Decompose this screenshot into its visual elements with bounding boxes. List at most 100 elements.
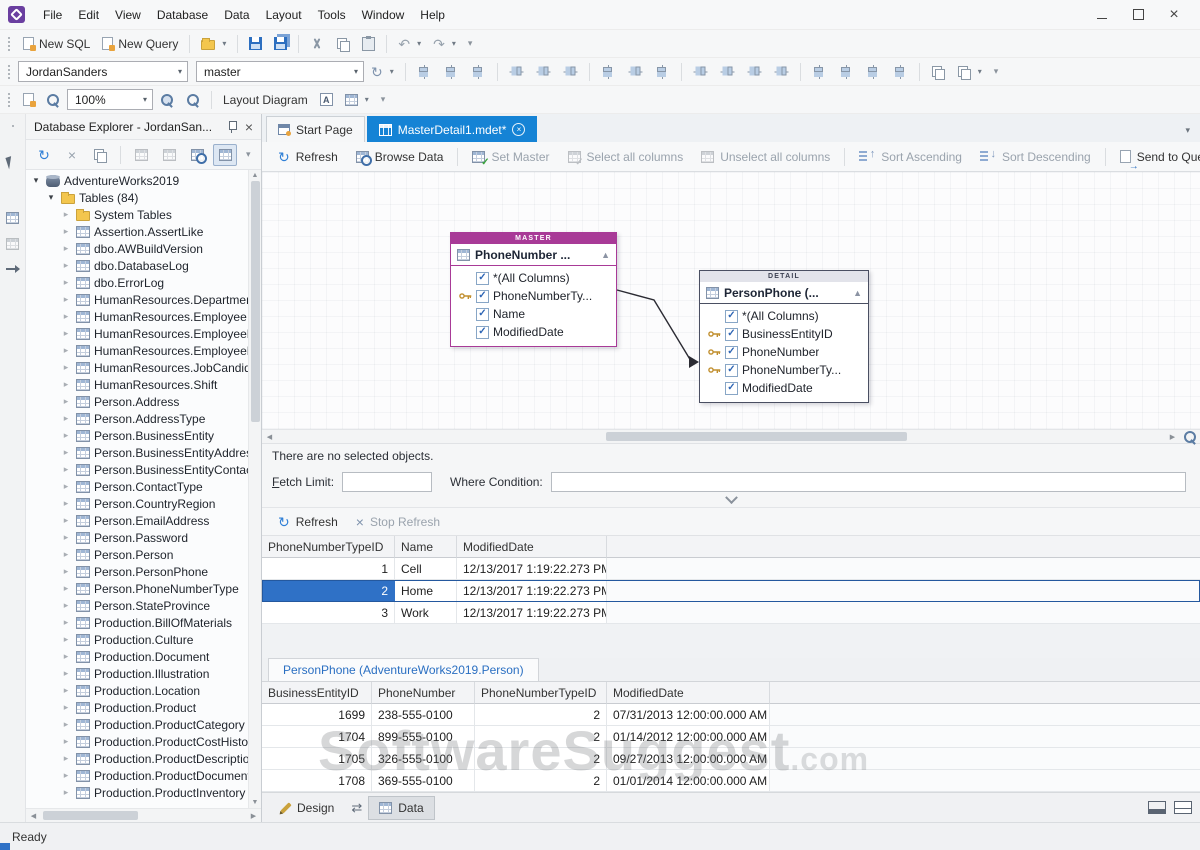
align-left-edges-button[interactable] [412,63,437,81]
chevron-collapsed-icon[interactable]: ▸ [60,498,72,509]
diagram-labels-button[interactable] [315,91,338,108]
column-checkbox[interactable] [476,272,489,285]
close-tab-icon[interactable]: × [512,123,525,136]
tree-item[interactable]: ▸HumanResources.EmployeeDe [26,325,248,342]
close-panel-icon[interactable]: × [243,119,255,135]
grid-cell[interactable]: 2 [475,770,607,792]
layout-vertical-button[interactable] [1174,801,1192,814]
menu-layout[interactable]: Layout [258,4,310,26]
chevron-collapsed-icon[interactable]: ▸ [60,209,72,220]
tree-item[interactable]: ▸HumanResources.JobCandida [26,359,248,376]
chevron-collapsed-icon[interactable]: ▸ [60,685,72,696]
tree-item[interactable]: ▸dbo.DatabaseLog [26,257,248,274]
tree-item[interactable]: ▸Person.BusinessEntity [26,427,248,444]
chevron-collapsed-icon[interactable]: ▸ [60,651,72,662]
unselect-all-columns-button[interactable]: Unselect all columns [693,147,838,167]
grid-row[interactable]: 2Home12/13/2017 1:19:22.273 PM [262,580,1200,602]
zoom-corner-icon[interactable] [1183,430,1197,444]
tree-item[interactable]: ▸Assertion.AssertLike [26,223,248,240]
align-bottom-edges-button[interactable] [558,63,583,81]
scroll-right-icon[interactable]: ▶ [1165,433,1180,441]
chevron-collapsed-icon[interactable]: ▸ [60,345,72,356]
menu-edit[interactable]: Edit [70,4,107,26]
zoom-tool-button[interactable] [41,91,65,109]
grid-cell[interactable]: Cell [395,558,457,580]
chevron-collapsed-icon[interactable]: ▸ [60,600,72,611]
column-checkbox[interactable] [725,310,738,323]
tree-item[interactable]: ▸Person.CountryRegion [26,495,248,512]
grid-cell[interactable]: 326-555-0100 [372,748,475,770]
save-button[interactable] [244,35,267,52]
grid-cell[interactable]: 12/13/2017 1:19:22.273 PM [457,558,607,580]
grid-cell[interactable]: 12/13/2017 1:19:22.273 PM [457,580,607,602]
tree-item[interactable]: ▸Person.ContactType [26,478,248,495]
scroll-left-icon[interactable]: ◀ [262,433,277,441]
chevron-collapsed-icon[interactable]: ▸ [60,294,72,305]
entity-column-row[interactable]: *(All Columns) [706,308,862,324]
column-header[interactable]: BusinessEntityID [262,682,372,704]
tree-item[interactable]: ▸Person.PhoneNumberType [26,580,248,597]
make-same-size-button[interactable] [650,63,675,81]
select-all-columns-button[interactable]: Select all columns [560,147,692,167]
maximize-button[interactable] [1120,2,1156,28]
tree-item[interactable]: ▸Person.AddressType [26,410,248,427]
where-condition-input[interactable] [551,472,1186,492]
grid-cell[interactable]: 1699 [262,704,372,726]
cursor-tool-icon[interactable] [5,155,19,170]
save-all-button[interactable] [269,35,292,52]
tree-item[interactable]: ▸Person.EmailAddress [26,512,248,529]
tree-item[interactable]: ▸Production.ProductDescriptio [26,750,248,767]
chevron-collapsed-icon[interactable]: ▸ [60,311,72,322]
menu-database[interactable]: Database [149,4,216,26]
entity-column-row[interactable]: PhoneNumber [706,344,862,360]
grid-cell[interactable]: 09/27/2013 12:00:00.000 AM [607,748,770,770]
grid-cell[interactable]: Home [395,580,457,602]
scrollbar-thumb[interactable] [606,432,908,441]
chevron-collapsed-icon[interactable]: ▸ [60,719,72,730]
explorer-horizontal-scrollbar[interactable]: ◀ ▶ [26,808,261,822]
tree-item[interactable]: ▸Person.StateProvince [26,597,248,614]
chevron-collapsed-icon[interactable]: ▸ [60,481,72,492]
chevron-collapsed-icon[interactable]: ▸ [60,464,72,475]
make-same-width-button[interactable] [596,63,621,81]
column-checkbox[interactable] [725,328,738,341]
refresh-button[interactable]: ↻ [32,144,56,166]
splitter-area[interactable] [262,624,1200,658]
grid-cell[interactable]: 01/01/2014 12:00:00.000 AM [607,770,770,792]
chevron-collapsed-icon[interactable]: ▸ [60,583,72,594]
decrease-vertical-spacing-button[interactable] [861,63,886,81]
grid-cell[interactable]: 1704 [262,726,372,748]
chevron-collapsed-icon[interactable]: ▸ [60,396,72,407]
scroll-right-icon[interactable]: ▶ [246,812,261,820]
chevron-collapsed-icon[interactable]: ▸ [60,277,72,288]
copy-button[interactable] [331,35,355,53]
connection-combo[interactable]: JordanSanders [18,61,188,82]
print-preview-button[interactable] [18,91,39,108]
tree-item[interactable]: ▸HumanResources.Employee [26,308,248,325]
chevron-collapsed-icon[interactable]: ▸ [60,226,72,237]
chevron-collapsed-icon[interactable]: ▸ [60,243,72,254]
zoom-out-button[interactable] [181,91,205,109]
open-connection-button[interactable] [196,35,231,52]
grid-cell[interactable]: Work [395,602,457,624]
toolbar-grip[interactable] [11,124,15,128]
grid-cell[interactable]: 899-555-0100 [372,726,475,748]
tree-item[interactable]: ▸Production.Product [26,699,248,716]
scrollbar-thumb[interactable] [251,181,260,422]
new-query-button[interactable]: New Query [97,35,183,53]
close-button[interactable] [1156,2,1192,28]
filter-objects-button[interactable] [129,144,153,166]
tab-masterdetail-document[interactable]: MasterDetail1.mdet* × [367,116,538,142]
align-right-edges-button[interactable] [466,63,491,81]
auto-locate-toggle-button[interactable] [213,144,237,166]
grid-cell[interactable]: 238-555-0100 [372,704,475,726]
grid-cell[interactable]: 07/31/2013 12:00:00.000 AM [607,704,770,726]
tree-item[interactable]: ▸HumanResources.EmployeePa [26,342,248,359]
tree-item[interactable]: ▸dbo.ErrorLog [26,274,248,291]
tree-item[interactable]: ▸Person.BusinessEntityAddress [26,444,248,461]
relation-tool-icon[interactable] [6,264,19,274]
remove-vertical-spacing-button[interactable] [888,63,913,81]
toolbar-grip[interactable] [7,92,11,108]
grid-row[interactable]: 1704899-555-0100201/14/2012 12:00:00.000… [262,726,1200,748]
stop-refresh-button[interactable]: ×Stop Refresh [348,512,448,532]
